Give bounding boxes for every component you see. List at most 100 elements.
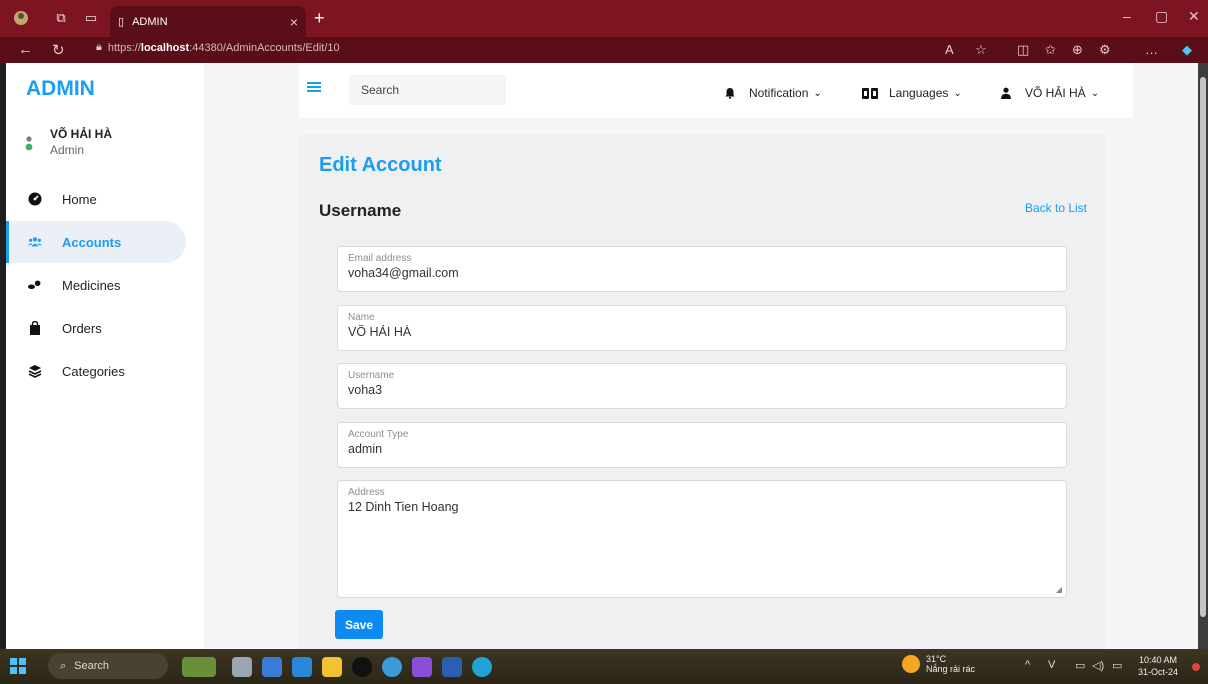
more-options-icon[interactable]: …	[1145, 42, 1158, 57]
user-dropdown[interactable]: VÕ HẢI HÀ ⌄	[995, 82, 1099, 104]
sidebar-item-label: Categories	[62, 363, 125, 379]
close-tab-icon[interactable]: ×	[290, 14, 298, 30]
network-icon[interactable]: ▭	[1075, 659, 1085, 672]
username-field[interactable]: Username	[337, 363, 1067, 409]
restore-icon[interactable]: ▢	[1155, 8, 1168, 25]
dashboard-icon	[28, 192, 42, 206]
save-button[interactable]: Save	[335, 610, 383, 639]
sidebar-item-home[interactable]: Home	[6, 178, 204, 220]
page-scrollbar[interactable]	[1198, 63, 1208, 649]
extensions-icon[interactable]: ⚙	[1099, 42, 1111, 58]
windows-start-icon[interactable]	[10, 658, 26, 674]
bell-icon	[719, 82, 741, 104]
email-field[interactable]: Email address	[337, 246, 1067, 292]
notification-badge[interactable]	[1192, 663, 1200, 671]
language-icon	[859, 82, 881, 104]
notification-dropdown[interactable]: Notification ⌄	[719, 82, 822, 104]
weather-widget[interactable]: 31°C Nắng rải rác	[902, 654, 975, 674]
page-icon: ▯	[118, 16, 125, 28]
sidebar-item-orders[interactable]: Orders	[6, 307, 204, 349]
taskbar: ⌕ Search 31°C Nắng rải rác ^ V ▭ ◁) ▭ 10…	[0, 649, 1208, 684]
address-bar-row: ← ↻ 🔒︎ https://localhost:44380/AdminAcco…	[0, 37, 1208, 63]
refresh-icon[interactable]: ↻	[52, 41, 65, 59]
collections-icon[interactable]: ⧉	[50, 7, 72, 29]
task-view-icon[interactable]	[232, 657, 252, 677]
name-label: Name	[348, 312, 375, 323]
taskbar-search-label: Search	[74, 660, 110, 672]
username-input[interactable]	[348, 383, 1056, 397]
file-explorer-icon[interactable]	[322, 657, 342, 677]
chevron-down-icon: ⌄	[813, 87, 822, 99]
user-label: VÕ HẢI HÀ	[1025, 86, 1086, 100]
url-field[interactable]: 🔒︎ https://localhost:44380/AdminAccounts…	[96, 41, 340, 54]
volume-icon[interactable]: ◁)	[1092, 659, 1104, 672]
favorites-icon[interactable]: ✩	[1045, 42, 1056, 58]
collections-toolbar-icon[interactable]: ⊕	[1072, 42, 1083, 58]
tray-app-icon[interactable]: V	[1048, 659, 1055, 671]
account-type-field[interactable]: Account Type	[337, 422, 1067, 468]
address-field[interactable]: Address 12 Dinh Tien Hoang ◢	[337, 480, 1067, 598]
back-to-list-link[interactable]: Back to List	[1025, 201, 1087, 215]
browser-profile-icon[interactable]	[10, 7, 32, 29]
edit-account-card: Edit Account Username Back to List Email…	[299, 134, 1105, 649]
tab-actions-icon[interactable]: ▭	[80, 7, 102, 29]
page-viewport: ADMIN VÕ HẢI HÀ Admin Home Accounts Medi…	[6, 63, 1198, 649]
chevron-down-icon: ⌄	[1090, 87, 1100, 99]
url-host: localhost	[140, 41, 190, 54]
weather-desc: Nắng rải rác	[926, 664, 976, 674]
languages-dropdown[interactable]: Languages ⌄	[859, 82, 962, 104]
name-input[interactable]	[348, 325, 1056, 339]
sidebar-item-medicines[interactable]: Medicines	[6, 264, 204, 306]
favorite-star-icon[interactable]: ☆	[975, 42, 987, 58]
notification-label: Notification	[749, 86, 809, 100]
name-field[interactable]: Name	[337, 305, 1067, 351]
resize-handle-icon[interactable]: ◢	[1056, 585, 1062, 594]
users-icon	[28, 235, 42, 249]
email-input[interactable]	[348, 266, 1056, 280]
account-type-label: Account Type	[348, 429, 409, 440]
user-avatar-icon	[24, 136, 38, 157]
word-icon[interactable]	[442, 657, 462, 677]
todo-icon[interactable]	[292, 657, 312, 677]
back-arrow-icon[interactable]: ←	[18, 41, 33, 58]
user-icon	[995, 82, 1017, 104]
new-tab-button[interactable]: +	[314, 8, 325, 29]
weather-temp: 31°C	[926, 654, 947, 664]
copilot-taskbar-icon[interactable]	[262, 657, 282, 677]
tray-chevron-up-icon[interactable]: ^	[1025, 659, 1030, 671]
lock-icon: 🔒︎	[96, 41, 102, 53]
brand-logo[interactable]: ADMIN	[26, 77, 95, 101]
sidebar-item-accounts[interactable]: Accounts	[6, 221, 186, 263]
system-clock[interactable]: 10:40 AM 31-Oct-24	[1138, 654, 1178, 678]
browser-titlebar: ⧉ ▭ ▯ ADMIN × + – ▢ ✕	[0, 0, 1208, 37]
scrollbar-thumb[interactable]	[1200, 77, 1206, 617]
topbar: Notification ⌄ Languages ⌄ VÕ HẢI HÀ ⌄	[299, 63, 1133, 118]
copilot-icon[interactable]: ◆	[1182, 42, 1192, 58]
sidebar-item-label: Orders	[62, 320, 102, 336]
widgets-icon[interactable]	[182, 657, 216, 677]
close-window-icon[interactable]: ✕	[1188, 8, 1200, 25]
read-aloud-icon[interactable]: A	[945, 42, 954, 57]
hamburger-menu-icon[interactable]	[307, 81, 323, 97]
minimize-icon[interactable]: –	[1123, 8, 1131, 24]
bag-icon	[28, 321, 42, 335]
tiktok-icon[interactable]	[352, 657, 372, 677]
address-textarea[interactable]: 12 Dinh Tien Hoang	[348, 500, 1056, 580]
pills-icon	[28, 278, 42, 292]
sidebar-item-categories[interactable]: Categories	[6, 350, 204, 392]
layers-icon	[28, 364, 42, 378]
url-path: :44380/AdminAccounts/Edit/10	[189, 41, 340, 54]
split-screen-icon[interactable]: ◫	[1017, 42, 1029, 58]
url-prefix: https://	[107, 41, 141, 54]
section-title: Username	[319, 201, 402, 220]
visual-studio-icon[interactable]	[412, 657, 432, 677]
browser-tab-admin[interactable]: ▯ ADMIN ×	[110, 6, 306, 37]
search-input[interactable]	[349, 75, 506, 105]
languages-label: Languages	[889, 86, 949, 100]
taskbar-search[interactable]: ⌕ Search	[48, 653, 168, 679]
chrome-icon[interactable]	[382, 657, 402, 677]
battery-icon[interactable]: ▭	[1112, 659, 1122, 672]
edge-icon[interactable]	[472, 657, 492, 677]
account-type-input[interactable]	[348, 442, 1056, 456]
page-title: Edit Account	[319, 154, 442, 176]
